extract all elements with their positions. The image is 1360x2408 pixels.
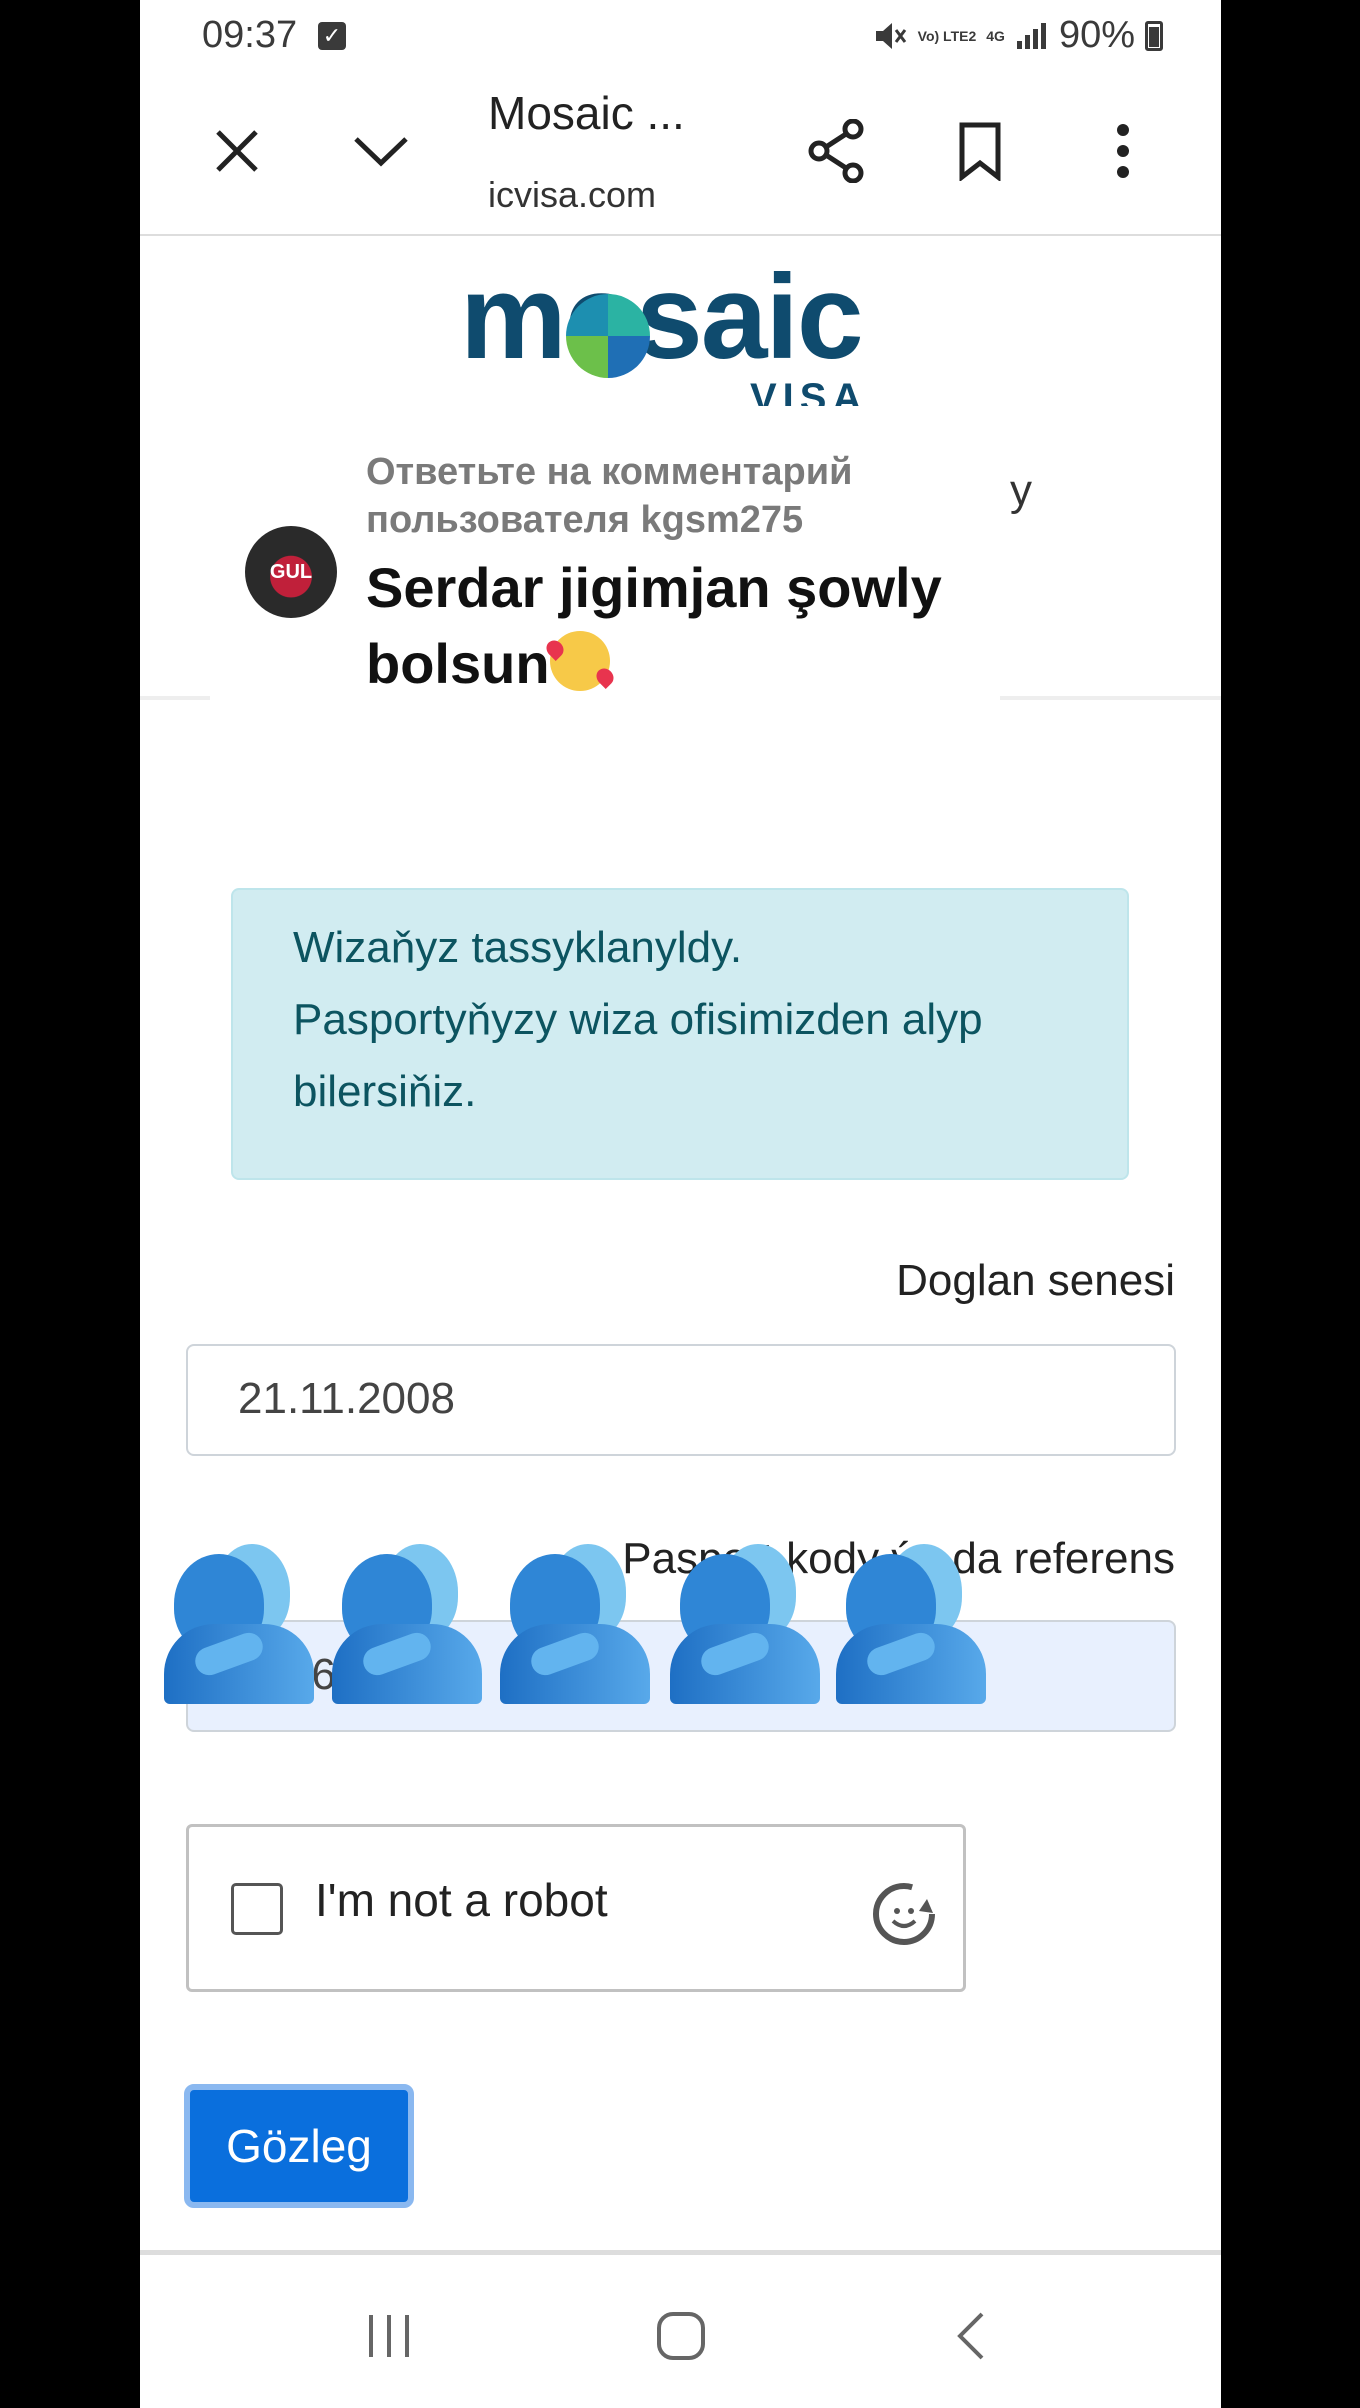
partial-header-text: y (1010, 466, 1032, 515)
people-hugging-icon (836, 1544, 986, 1704)
signal-icon (1016, 22, 1046, 49)
network-type: 4G (986, 27, 1005, 44)
search-button[interactable]: Gözleg (184, 2084, 414, 2208)
globe-icon (566, 294, 650, 378)
system-nav-bar (140, 2260, 1221, 2408)
comment-sticker-overlay: GUL Ответьте на комментарий пользователя… (210, 436, 1000, 706)
battery-icon (1145, 20, 1163, 51)
status-time: 09:37 (202, 14, 298, 56)
logo-text: mosaic (460, 266, 864, 384)
page-url[interactable]: icvisa.com (488, 174, 656, 216)
people-hugging-icon (164, 1544, 314, 1704)
smiling-face-hearts-icon (549, 631, 610, 691)
chevron-down-icon[interactable] (346, 116, 416, 186)
status-icons: Vo) LTE2 4G 90% (872, 14, 1163, 57)
page-title[interactable]: Mosaic ... (488, 86, 685, 140)
dob-input[interactable]: 21.11.2008 (186, 1344, 1176, 1456)
avatar: GUL (245, 526, 337, 618)
logo-subtext: VISA (750, 376, 868, 406)
visa-status-alert: Wizaňyz tassyklanyldy. Pasportyňyzy wiza… (231, 888, 1129, 1180)
network-label: Vo) LTE2 (917, 27, 977, 44)
mosaic-visa-logo[interactable]: mosaic VISA (460, 266, 920, 406)
close-icon[interactable] (202, 116, 272, 186)
people-hugging-icon (500, 1544, 650, 1704)
recent-apps-icon[interactable] (354, 2304, 424, 2368)
home-icon[interactable] (646, 2304, 716, 2368)
mute-icon (875, 22, 906, 49)
recaptcha-label: I'm not a robot (315, 1874, 608, 1926)
more-menu-icon[interactable] (1088, 116, 1158, 186)
people-hugging-icon (332, 1544, 482, 1704)
recaptcha-logo-icon (873, 1883, 935, 1945)
comment-text-block: Serdar jigimjan şowly bolsun (366, 550, 966, 702)
comment-text: Serdar jigimjan şowly bolsun (366, 556, 942, 695)
share-icon[interactable] (802, 116, 872, 186)
back-icon[interactable] (936, 2304, 1006, 2368)
notification-check-icon: ✓ (318, 22, 346, 50)
site-header: mosaic VISA y GUL Ответьте на комментари… (140, 236, 1221, 706)
recaptcha-widget: I'm not a robot (186, 1824, 966, 1992)
alert-line-1: Wizaňyz tassyklanyldy. (293, 923, 743, 972)
bookmark-icon[interactable] (945, 116, 1015, 186)
comment-reply-header: Ответьте на комментарий пользователя kgs… (366, 451, 853, 541)
dob-label: Doglan senesi (896, 1256, 1175, 1305)
people-hugging-icon (670, 1544, 820, 1704)
battery-percent: 90% (1058, 14, 1135, 56)
recaptcha-checkbox[interactable] (231, 1883, 283, 1935)
phone-screen: 09:37 ✓ Vo) LTE2 4G 90% Mosaic ... icvis… (140, 0, 1221, 2408)
browser-toolbar: Mosaic ... icvisa.com (140, 72, 1221, 236)
status-bar: 09:37 ✓ Vo) LTE2 4G 90% (140, 0, 1221, 72)
divider (140, 2250, 1221, 2255)
alert-line-2: Pasportyňyzy wiza ofisimizden alyp biler… (293, 995, 983, 1116)
